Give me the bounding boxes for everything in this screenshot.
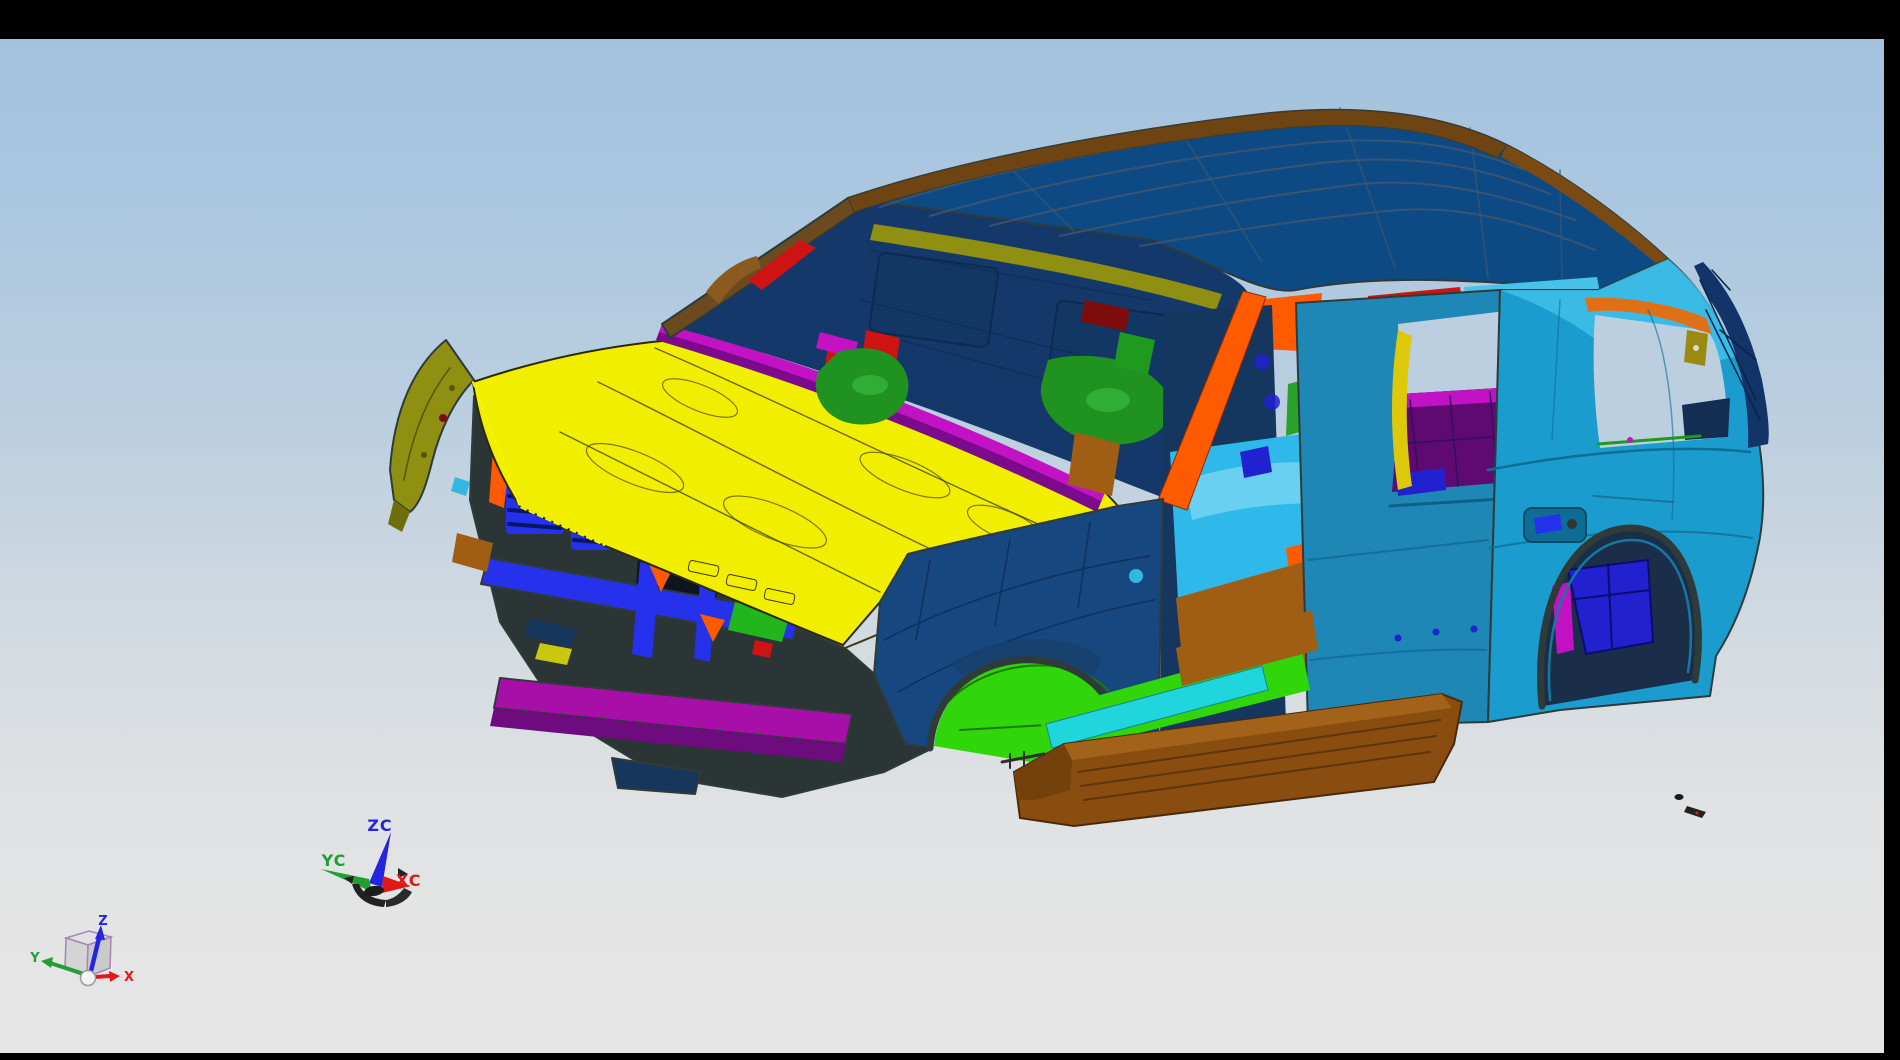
wcs-triad[interactable]: ZC YC XC bbox=[321, 816, 422, 907]
loose-parts[interactable] bbox=[1675, 794, 1707, 818]
part-cyan-grommet[interactable] bbox=[1129, 569, 1143, 583]
right-black-bar bbox=[1884, 0, 1900, 1060]
view-x-label[interactable]: X bbox=[124, 970, 134, 985]
magenta-speck bbox=[1627, 437, 1633, 443]
view-y-arrowhead bbox=[41, 957, 53, 968]
part-debris-clip[interactable] bbox=[1684, 806, 1706, 818]
wcs-y-label[interactable]: YC bbox=[321, 851, 347, 870]
part-navy-wedge[interactable] bbox=[1682, 398, 1730, 440]
application-window: ZC YC XC Z Y X bbox=[0, 0, 1900, 1060]
tunnel-gloss bbox=[1086, 388, 1130, 412]
view-x-arrowhead bbox=[109, 971, 120, 982]
origin-sphere[interactable] bbox=[81, 971, 96, 986]
handle-hole bbox=[1567, 519, 1577, 529]
view-orientation-triad[interactable]: Z Y X bbox=[29, 914, 134, 986]
part-teal-sliver[interactable] bbox=[451, 477, 470, 496]
view-x-axis[interactable] bbox=[95, 976, 110, 977]
wcs-y-axis-arrow[interactable] bbox=[321, 869, 372, 892]
part-debris-dot[interactable] bbox=[1675, 794, 1684, 800]
origin-sphere-highlight bbox=[83, 973, 88, 978]
left-fender-edge[interactable] bbox=[388, 340, 474, 532]
car-body-model[interactable] bbox=[388, 108, 1769, 826]
seat-gloss bbox=[852, 375, 888, 395]
top-black-bar bbox=[0, 0, 1900, 39]
debris-red-speck bbox=[1696, 812, 1699, 815]
rear-quarter[interactable] bbox=[1488, 259, 1769, 722]
bottom-black-bar bbox=[0, 1053, 1900, 1060]
wcs-z-label[interactable]: ZC bbox=[367, 816, 392, 835]
view-z-label[interactable]: Z bbox=[98, 914, 107, 929]
bracket-hole bbox=[1693, 345, 1699, 351]
scene-svg: ZC YC XC Z Y X bbox=[0, 0, 1900, 1060]
view-y-label[interactable]: Y bbox=[29, 951, 40, 966]
part-speaker[interactable] bbox=[1254, 354, 1270, 370]
part-speaker[interactable] bbox=[1264, 394, 1280, 410]
wcs-x-label[interactable]: XC bbox=[396, 871, 422, 890]
